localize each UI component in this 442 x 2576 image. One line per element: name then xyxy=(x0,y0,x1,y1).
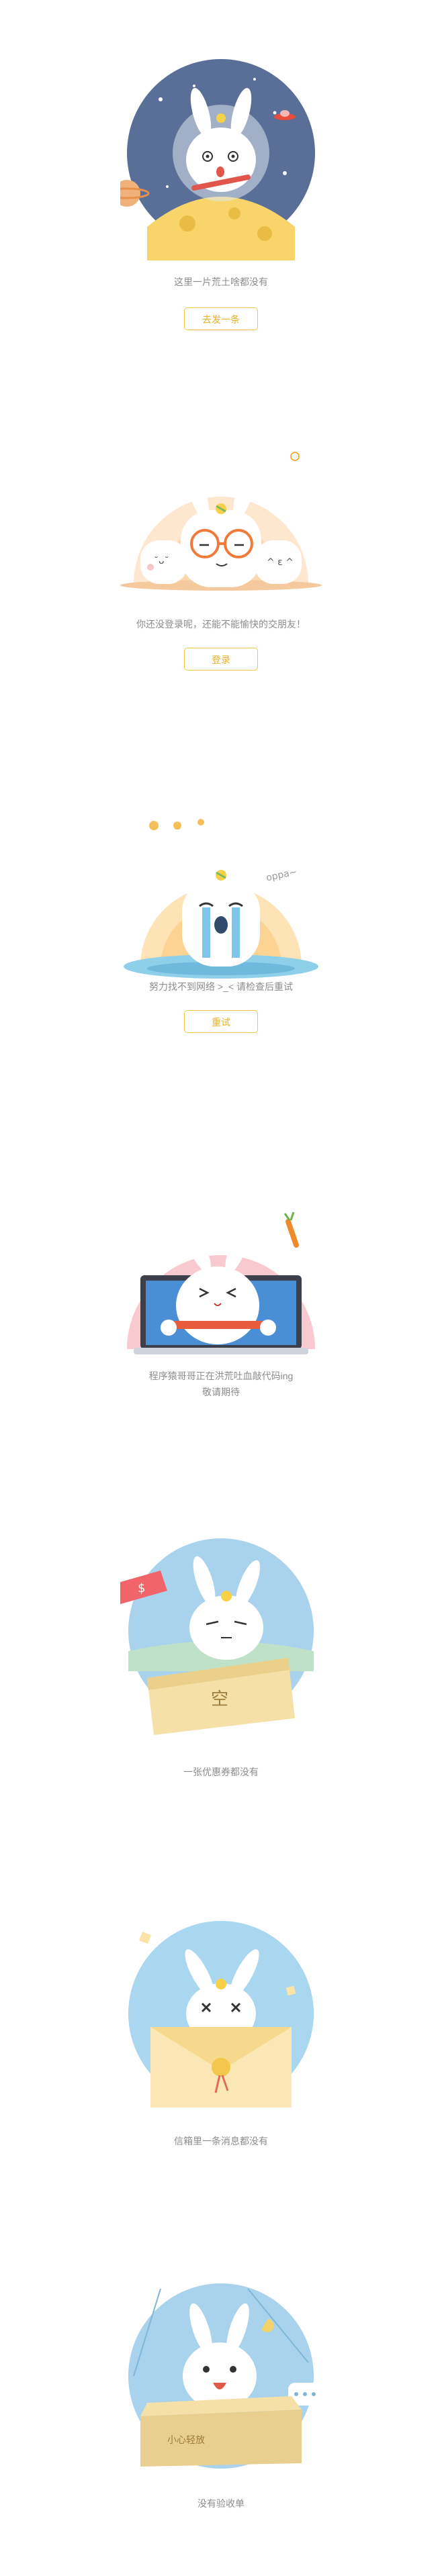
bunny-envelope-illustration xyxy=(120,1920,322,2121)
orders-message: 没有验收单 xyxy=(197,2498,245,2509)
bunny-crying-illustration: oppa~ xyxy=(120,805,322,1007)
svg-text:˘ᴗ˘: ˘ᴗ˘ xyxy=(154,556,169,566)
empty-message: 这里一片荒土啥都没有 xyxy=(174,277,268,287)
dollar-flag-symbol: $ xyxy=(138,1581,145,1595)
bunny-coupon-illustration: $ 空 xyxy=(120,1537,322,1738)
coupon-message: 一张优惠券都没有 xyxy=(183,1767,259,1777)
network-message: 努力找不到网络 >_< 请检查后重试 xyxy=(149,981,293,992)
coupon-empty-char: 空 xyxy=(211,1689,228,1710)
mailbox-message: 信箱里一条消息都没有 xyxy=(174,2136,268,2146)
post-button[interactable]: 去发一条 xyxy=(184,307,258,330)
bunny-glasses-illustration: ˘ᴗ˘ ^ ε ^ xyxy=(120,430,322,631)
bunny-astronaut-illustration xyxy=(120,59,322,260)
coming-soon-message-line2: 敬请期待 xyxy=(202,1387,240,1397)
fragile-box-label: 小心轻放 xyxy=(167,2435,205,2446)
oppa-bubble-text: oppa~ xyxy=(265,866,298,883)
retry-button[interactable]: 重试 xyxy=(184,1010,258,1033)
svg-text:^ ε ^: ^ ε ^ xyxy=(267,557,294,568)
login-button[interactable]: 登录 xyxy=(184,648,258,671)
bunny-box-illustration: 小心轻放 xyxy=(120,2282,322,2483)
bunny-laptop-illustration xyxy=(120,1195,322,1396)
login-message: 你还没登录呢，还能不能愉快的交朋友！ xyxy=(136,619,306,630)
coming-soon-message-line1: 程序猿哥哥正在洪荒吐血敲代码ing xyxy=(148,1371,294,1381)
